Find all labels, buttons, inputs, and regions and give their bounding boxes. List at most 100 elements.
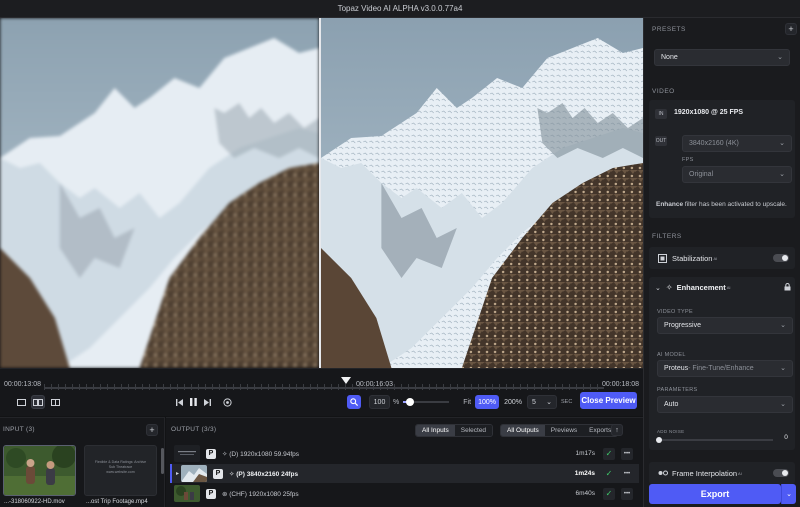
loop-button[interactable] <box>220 395 234 409</box>
fps-select[interactable]: Original ⌄ <box>682 166 792 183</box>
split-view-button[interactable] <box>31 395 45 409</box>
timeline-track[interactable] <box>44 387 604 389</box>
input-resolution: 1920x1080 @ 25 FPS <box>674 109 744 116</box>
title-bar: Topaz Video AI ALPHA v3.0.0.77a4 <box>0 0 800 18</box>
enhancement-label: Enhancement <box>676 283 726 292</box>
arrow-up-icon: ↑ <box>615 426 619 434</box>
frame-interpolation-icon <box>658 470 668 476</box>
pause-icon <box>189 398 197 406</box>
frame-interpolation-filter[interactable]: Frame Interpolation AI <box>649 462 795 484</box>
output-filter-segment[interactable]: All Outputs Previews Exports <box>500 424 619 437</box>
mountain-thumbnail <box>181 465 208 482</box>
parameters-select[interactable]: Auto ⌄ <box>657 396 793 413</box>
upscale-note-text: filter has been activated to upscale. <box>683 201 787 208</box>
enhancement-ai-tag: AI <box>726 285 731 290</box>
video-type-label: VIDEO TYPE <box>657 309 693 315</box>
more-options-button[interactable]: ••• <box>621 447 633 460</box>
forest-thumbnail <box>174 485 200 502</box>
preset-select[interactable]: None ⌄ <box>654 49 790 66</box>
preview-length-value: 5 <box>532 398 536 406</box>
mountain-image-original <box>0 18 319 368</box>
output-time-3: 6m40s <box>575 490 595 497</box>
enhancement-header[interactable]: ⌄ ✧ Enhancement AI <box>655 283 731 292</box>
chevron-down-icon: ⌄ <box>779 140 785 147</box>
step-back-icon <box>175 398 183 406</box>
zoom-tool-button[interactable] <box>347 395 361 409</box>
filter-all-outputs[interactable]: All Outputs <box>501 425 545 436</box>
add-noise-value[interactable]: 0 <box>779 434 793 441</box>
magnifier-icon <box>350 398 358 406</box>
filter-previews[interactable]: Previews <box>544 425 584 436</box>
ai-model-value: Proteus <box>664 365 689 372</box>
add-preset-button[interactable]: + <box>785 23 797 35</box>
prev-frame-button[interactable] <box>172 395 186 409</box>
fps-label: FPS <box>682 157 694 163</box>
stabilization-toggle[interactable] <box>773 254 789 262</box>
output-thumbnail-3 <box>174 485 200 502</box>
side-by-side-view-button[interactable] <box>48 395 62 409</box>
output-row-2[interactable]: ▸ P ✧ (P) 3840x2160 24fps 1m24s ✓ ••• <box>170 464 639 483</box>
frame-interpolation-toggle[interactable] <box>773 469 789 477</box>
add-input-button[interactable]: + <box>146 424 158 436</box>
preview-area[interactable] <box>0 18 643 368</box>
more-options-button[interactable]: ••• <box>621 487 633 500</box>
video-type-select[interactable]: Progressive ⌄ <box>657 317 793 334</box>
check-icon: ✓ <box>603 467 615 480</box>
add-noise-slider[interactable] <box>656 437 773 443</box>
output-time-1: 1m17s <box>575 450 595 457</box>
step-forward-icon <box>203 398 211 406</box>
sparkle-icon: ✧ <box>665 283 673 292</box>
fit-button[interactable]: Fit <box>463 399 471 406</box>
preview-length-select[interactable]: 5 ⌄ <box>527 395 558 409</box>
input-panel: INPUT (3) + ...-318060922-HD.mov Flexibl… <box>0 417 165 507</box>
stabilization-filter[interactable]: Stabilization AI <box>649 247 795 269</box>
input-filter-segment[interactable]: All Inputs Selected <box>415 424 494 437</box>
output-badge-2: P <box>213 468 224 479</box>
close-preview-button[interactable]: Close Preview <box>580 392 637 409</box>
mountain-image-enhanced <box>321 18 643 368</box>
export-button[interactable]: Export <box>649 484 781 504</box>
zoom-slider-knob[interactable] <box>406 398 415 406</box>
filter-selected[interactable]: Selected <box>454 425 493 436</box>
next-frame-button[interactable] <box>200 395 214 409</box>
expand-arrow-icon[interactable]: ▸ <box>176 470 179 477</box>
video-settings-box: IN 1920x1080 @ 25 FPS OUT 3840x2160 (4K)… <box>649 100 795 218</box>
enhanced-preview[interactable] <box>321 18 643 368</box>
more-options-button[interactable]: ••• <box>621 467 633 480</box>
zoom-100-button[interactable]: 100% <box>475 395 500 409</box>
filter-all-inputs[interactable]: All Inputs <box>416 425 455 436</box>
input-label-2: ...ost Trip Footage.mp4 <box>86 499 148 505</box>
input-thumbnail-1[interactable] <box>3 445 76 496</box>
forest-people-thumbnail <box>4 446 75 495</box>
zoom-slider[interactable] <box>403 398 450 406</box>
single-view-button[interactable] <box>14 395 28 409</box>
zoom-value-field[interactable]: 100 <box>369 395 390 409</box>
output-panel: OUTPUT (3/3) All Inputs Selected All Out… <box>166 417 643 507</box>
playhead-handle[interactable] <box>341 377 352 384</box>
preview-length-unit: SEC <box>561 399 573 405</box>
ai-model-suffix: - Fine-Tune/Enhance <box>688 365 754 372</box>
ai-model-select[interactable]: Proteus - Fine-Tune/Enhance ⌄ <box>657 360 793 377</box>
original-preview[interactable] <box>0 18 319 368</box>
add-noise-knob[interactable] <box>656 437 662 443</box>
end-timecode: 00:00:18:08 <box>602 381 639 388</box>
export-options-button[interactable]: ⌄ <box>781 484 796 504</box>
window-title: Topaz Video AI ALPHA v3.0.0.77a4 <box>337 4 463 13</box>
output-desc-3: ⊛ (CHF) 1920x1080 25fps <box>222 490 299 498</box>
zoom-200-button[interactable]: 200% <box>501 395 525 409</box>
filters-header: FILTERS <box>652 233 682 240</box>
input-label-1: ...-318060922-HD.mov <box>4 499 65 505</box>
out-tag: OUT <box>655 136 667 146</box>
input-thumbnail-2[interactable]: Flexible & Data Ratings: Archive Sub The… <box>84 445 157 496</box>
input-scrollbar[interactable] <box>161 448 164 474</box>
output-row-1[interactable]: P ✧ (D) 1920x1080 59.94fps 1m17s ✓ ••• <box>170 444 639 463</box>
export-arrow-button[interactable]: ↑ <box>611 424 623 436</box>
current-timecode: 00:00:16:03 <box>356 381 393 388</box>
chevron-down-icon: ⌄ <box>780 365 786 372</box>
chevron-down-icon: ⌄ <box>655 284 661 292</box>
pause-button[interactable] <box>186 395 200 409</box>
output-row-3[interactable]: P ⊛ (CHF) 1920x1080 25fps 6m40s ✓ ••• <box>170 484 639 503</box>
output-resolution-select[interactable]: 3840x2160 (4K) ⌄ <box>682 135 792 152</box>
check-icon: ✓ <box>603 447 615 460</box>
stabilization-ai-tag: AI <box>713 255 718 261</box>
